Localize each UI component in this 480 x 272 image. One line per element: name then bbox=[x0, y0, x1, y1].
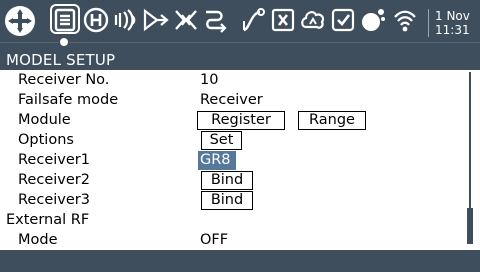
range-button[interactable]: Range bbox=[298, 111, 366, 130]
time-text: 11:31 bbox=[435, 23, 470, 37]
register-button[interactable]: Register bbox=[197, 111, 285, 130]
active-tab-marker bbox=[58, 36, 70, 48]
options-label: Options bbox=[18, 132, 74, 148]
date-time: 1 Nov 11:31 bbox=[428, 9, 480, 37]
failsafe-mode-value[interactable]: Receiver bbox=[200, 91, 263, 109]
special-functions-icon[interactable] bbox=[329, 6, 357, 34]
row-module: Module Register Range bbox=[0, 110, 468, 130]
model-setup-icon[interactable] bbox=[51, 6, 79, 34]
global-variables-icon[interactable] bbox=[269, 6, 297, 34]
mixer-icon[interactable] bbox=[172, 6, 200, 34]
row-options: Options Set bbox=[0, 130, 468, 150]
scrollbar-thumb[interactable] bbox=[467, 208, 473, 244]
receiver2-bind-button[interactable]: Bind bbox=[201, 171, 253, 190]
bottom-bar bbox=[0, 250, 480, 272]
logical-switches-icon[interactable] bbox=[299, 6, 327, 34]
options-set-button[interactable]: Set bbox=[201, 131, 242, 150]
row-mode: Mode OFF bbox=[0, 230, 468, 250]
row-receiver3: Receiver3 Bind bbox=[0, 190, 468, 210]
outputs-icon[interactable] bbox=[202, 6, 230, 34]
receiver-no-value[interactable]: 10 bbox=[200, 71, 218, 89]
receiver3-label: Receiver3 bbox=[18, 192, 90, 208]
receiver3-bind-button[interactable]: Bind bbox=[201, 191, 253, 210]
telemetry-icon[interactable] bbox=[391, 6, 419, 34]
row-receiver2: Receiver2 Bind bbox=[0, 170, 468, 190]
checklist-icon[interactable] bbox=[359, 6, 387, 34]
row-failsafe-mode: Failsafe mode Receiver bbox=[0, 90, 468, 110]
receiver2-label: Receiver2 bbox=[18, 172, 90, 188]
mode-label: Mode bbox=[18, 232, 58, 248]
heli-icon[interactable] bbox=[82, 6, 110, 34]
receiver-no-label: Receiver No. bbox=[18, 72, 110, 88]
home-icon[interactable] bbox=[2, 3, 38, 39]
settings-list: Receiver No. 10 Failsafe mode Receiver M… bbox=[0, 70, 480, 250]
inputs-icon[interactable] bbox=[142, 6, 170, 34]
row-external-rf: External RF bbox=[0, 210, 468, 230]
module-label: Module bbox=[18, 112, 71, 128]
external-rf-heading: External RF bbox=[6, 212, 90, 228]
receiver1-label: Receiver1 bbox=[18, 152, 90, 168]
flight-modes-icon[interactable] bbox=[113, 6, 141, 34]
receiver1-value[interactable]: GR8 bbox=[198, 151, 236, 170]
mode-value[interactable]: OFF bbox=[200, 231, 228, 249]
row-receiver1: Receiver1 GR8 bbox=[0, 150, 468, 170]
page-title: MODEL SETUP bbox=[6, 51, 116, 69]
failsafe-mode-label: Failsafe mode bbox=[18, 92, 119, 108]
page-title-bar: MODEL SETUP bbox=[0, 42, 480, 70]
curves-icon[interactable] bbox=[240, 6, 268, 34]
top-bar: 1 Nov 11:31 bbox=[0, 0, 480, 48]
row-receiver-no: Receiver No. 10 bbox=[0, 70, 468, 90]
date-text: 1 Nov bbox=[435, 9, 470, 23]
